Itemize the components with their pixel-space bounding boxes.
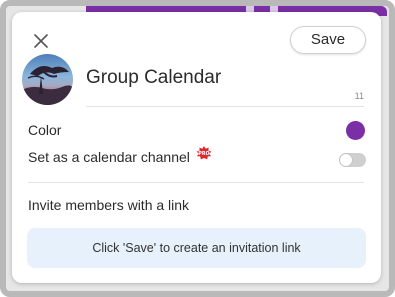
character-count: 11 bbox=[354, 91, 364, 101]
close-button[interactable] bbox=[32, 32, 50, 50]
color-label: Color bbox=[28, 122, 62, 138]
color-swatch[interactable] bbox=[346, 121, 365, 140]
calendar-channel-toggle[interactable] bbox=[339, 153, 366, 167]
pro-badge-icon: PRO bbox=[196, 146, 212, 160]
calendar-avatar-image bbox=[22, 66, 73, 105]
calendar-settings-dialog: Save Group Calendar 11 Color Set as a ca… bbox=[12, 12, 381, 283]
section-divider bbox=[28, 182, 364, 183]
close-icon bbox=[34, 34, 48, 48]
invite-label: Invite members with a link bbox=[28, 197, 190, 213]
pro-badge-text: PRO bbox=[198, 151, 209, 157]
calendar-name[interactable]: Group Calendar bbox=[86, 67, 221, 89]
calendar-channel-label: Set as a calendar channel bbox=[28, 149, 190, 165]
save-button[interactable]: Save bbox=[290, 26, 366, 54]
toggle-knob bbox=[340, 154, 352, 166]
invitation-hint: Click 'Save' to create an invitation lin… bbox=[27, 228, 366, 268]
name-underline bbox=[86, 106, 364, 107]
calendar-avatar[interactable] bbox=[22, 54, 73, 105]
pro-badge: PRO bbox=[196, 146, 212, 160]
